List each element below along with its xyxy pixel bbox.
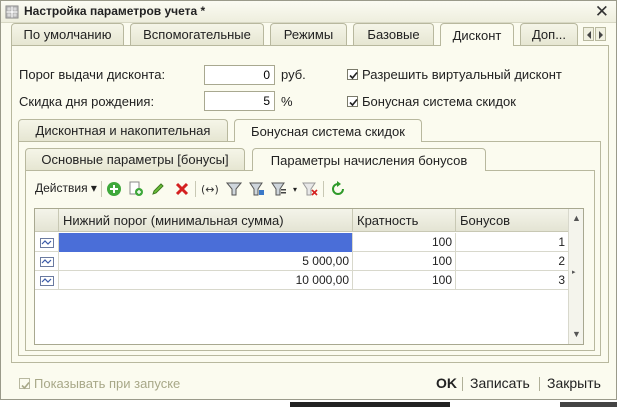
tab-label: Доп...: [531, 27, 567, 42]
multiplicity-cell[interactable]: 100: [353, 271, 456, 290]
close-button[interactable]: Закрыть: [547, 375, 601, 391]
tab-label: Вспомогательные: [143, 27, 251, 42]
multiplicity-cell[interactable]: 100: [353, 252, 456, 271]
top-tab-strip: По умолчанию Вспомогательные Режимы Базо…: [11, 23, 611, 46]
tab-label: По умолчанию: [23, 27, 112, 42]
threshold-unit: руб.: [281, 67, 306, 82]
scroll-up-icon[interactable]: ▲: [572, 213, 581, 223]
threshold-input[interactable]: 0: [204, 65, 275, 85]
column-header-threshold[interactable]: Нижний порог (минимальная сумма): [59, 209, 353, 232]
refresh-icon[interactable]: [329, 180, 347, 198]
bonus-cell[interactable]: 2: [456, 252, 569, 271]
multiplicity-cell[interactable]: 100: [353, 233, 456, 252]
toolbar-separator: [195, 181, 196, 197]
title-bar: Настройка параметров учета * ✕: [1, 1, 616, 23]
check-icon: [349, 98, 358, 107]
app-icon: [5, 5, 19, 19]
save-button[interactable]: Записать: [470, 375, 530, 391]
tab-main-bonus-params[interactable]: Основные параметры [бонусы]: [25, 148, 245, 170]
header-icon-column: [35, 209, 59, 232]
ok-button[interactable]: OK: [436, 375, 457, 391]
edit-icon[interactable]: [149, 180, 167, 198]
show-on-start-label: Показывать при запуске: [34, 376, 181, 391]
filter-icon[interactable]: [225, 180, 243, 198]
bonus-system-label: Бонусная система скидок: [362, 94, 516, 109]
show-on-start-checkbox[interactable]: Показывать при запуске: [19, 376, 180, 391]
tab-label: Режимы: [283, 27, 334, 42]
clear-filter-icon[interactable]: [301, 180, 319, 198]
threshold-label: Порог выдачи дисконта:: [19, 67, 166, 82]
button-separator: [462, 377, 463, 391]
tab-modes[interactable]: Режимы: [270, 23, 347, 45]
row-icon: [35, 233, 59, 252]
column-header-multiplicity[interactable]: Кратность: [353, 209, 456, 232]
tab-label: Дисконт: [452, 27, 502, 43]
actions-label: Действия: [35, 181, 88, 195]
tab-defaults[interactable]: По умолчанию: [11, 23, 124, 45]
add-icon[interactable]: [105, 180, 123, 198]
birthday-discount-label: Скидка дня рождения:: [19, 94, 155, 109]
svg-text:(↔): (↔): [201, 183, 218, 196]
move-icon[interactable]: (↔): [200, 180, 218, 198]
threshold-cell[interactable]: [59, 233, 353, 252]
allow-virtual-discount-label: Разрешить виртуальный дисконт: [362, 67, 562, 82]
settings-window: Настройка параметров учета * ✕ По умолча…: [0, 0, 617, 400]
window-title: Настройка параметров учета *: [24, 4, 206, 18]
tab-additional[interactable]: Доп...: [520, 23, 578, 45]
background-strip: [0, 400, 617, 407]
tab-bonus-accrual-params[interactable]: Параметры начисления бонусов: [252, 148, 486, 171]
copy-add-icon[interactable]: [127, 180, 145, 198]
table-header: Нижний порог (минимальная сумма) Кратнос…: [35, 209, 569, 232]
close-icon[interactable]: ✕: [595, 2, 609, 22]
scroll-down-icon[interactable]: ▼: [572, 329, 581, 339]
bonus-table: Нижний порог (минимальная сумма) Кратнос…: [34, 208, 584, 345]
column-header-bonus[interactable]: Бонусов: [456, 209, 569, 232]
checkbox-box: [347, 96, 358, 107]
table-row[interactable]: 10 000,00 100 3: [35, 271, 569, 290]
tab-label: Дисконтная и накопительная: [35, 123, 211, 138]
scroll-thumb-icon[interactable]: ▸: [572, 268, 576, 276]
row-icon: [35, 271, 59, 290]
background-taskbar-fragment: [560, 402, 617, 407]
actions-menu-button[interactable]: Действия ▾: [35, 181, 97, 195]
allow-virtual-discount-checkbox[interactable]: Разрешить виртуальный дисконт: [347, 67, 562, 82]
tab-label: Основные параметры [бонусы]: [41, 152, 229, 167]
threshold-cell[interactable]: 10 000,00: [59, 271, 353, 290]
check-icon: [21, 381, 30, 390]
delete-icon[interactable]: [173, 180, 191, 198]
check-icon: [349, 71, 358, 80]
checkbox-box: [347, 69, 358, 80]
bonus-cell[interactable]: 1: [456, 233, 569, 252]
toolbar-separator: [101, 181, 102, 197]
arrow-left-icon: [587, 31, 591, 39]
bonus-system-checkbox[interactable]: Бонусная система скидок: [347, 94, 516, 109]
background-taskbar-fragment: [290, 402, 450, 407]
arrow-right-icon: [599, 31, 603, 39]
toolbar-separator: [323, 181, 324, 197]
tab-basic[interactable]: Базовые: [353, 23, 434, 45]
table-toolbar: Действия ▾ (↔) ▾: [27, 178, 587, 200]
table-row[interactable]: 100 1: [35, 233, 569, 252]
tab-label: Параметры начисления бонусов: [270, 152, 468, 168]
tab-discount[interactable]: Дисконт: [440, 23, 514, 46]
tab-scroll-right-button[interactable]: [595, 27, 606, 41]
tab-label: Базовые: [367, 27, 420, 42]
row-icon: [35, 252, 59, 271]
tab-auxiliary[interactable]: Вспомогательные: [130, 23, 264, 45]
threshold-cell[interactable]: 5 000,00: [59, 252, 353, 271]
tab-label: Бонусная система скидок: [251, 123, 405, 139]
tab-scroll-left-button[interactable]: [583, 27, 594, 41]
tab-bonus-system[interactable]: Бонусная система скидок: [234, 119, 422, 142]
filter-by-value-icon[interactable]: [248, 180, 266, 198]
bonus-cell[interactable]: 3: [456, 271, 569, 290]
table-row[interactable]: 5 000,00 100 2: [35, 252, 569, 271]
tab-discount-accumulative[interactable]: Дисконтная и накопительная: [18, 119, 228, 141]
table-scrollbar[interactable]: ▲ ▸ ▼: [568, 209, 583, 344]
button-separator: [539, 377, 540, 391]
birthday-discount-input[interactable]: 5: [204, 91, 275, 111]
birthday-discount-unit: %: [281, 94, 293, 109]
checkbox-box: [19, 378, 30, 390]
